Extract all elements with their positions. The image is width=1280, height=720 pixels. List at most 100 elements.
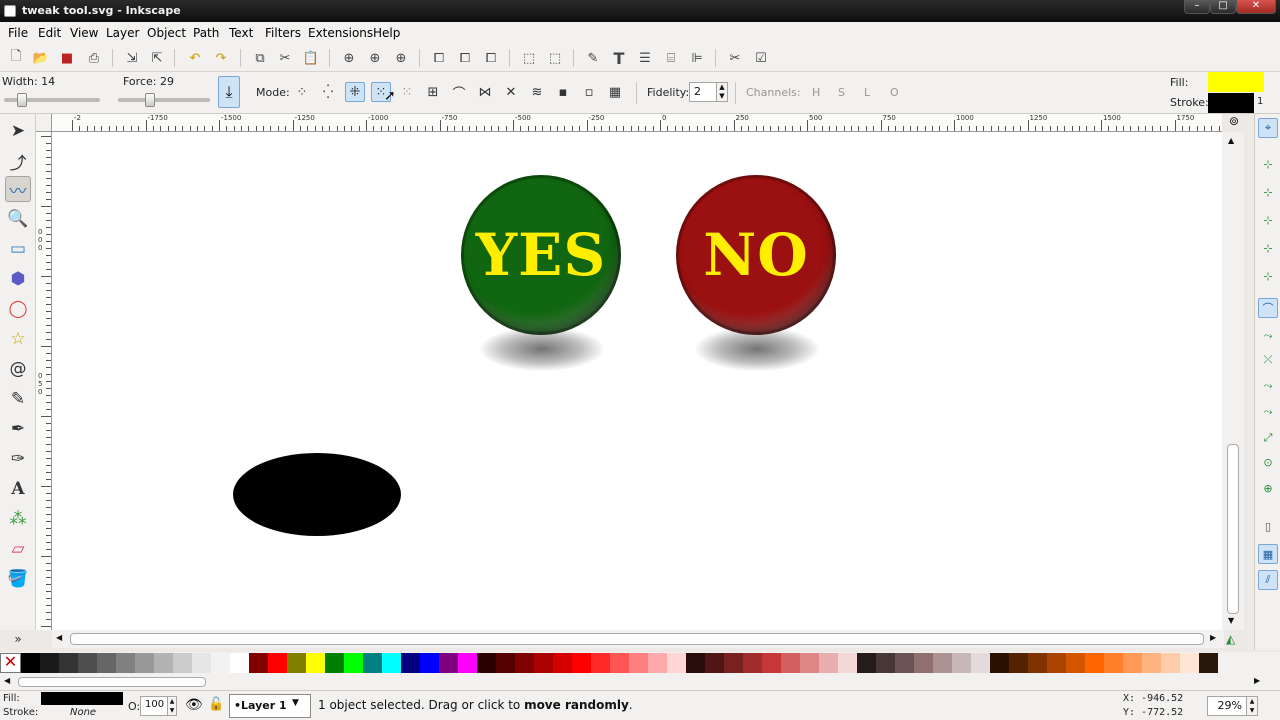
preferences-icon[interactable]: ✂ (725, 48, 745, 68)
status-fill-swatch[interactable] (41, 692, 123, 705)
fidelity-input[interactable]: 2 (689, 82, 717, 102)
scroll-right-icon[interactable]: ▶ (1210, 633, 1216, 642)
menu-edit[interactable]: Edit (38, 26, 61, 40)
menu-text[interactable]: Text (229, 26, 253, 40)
palette-swatch[interactable] (572, 653, 591, 673)
snap-enable-icon[interactable]: ⌖ (1258, 118, 1278, 138)
palette-swatch[interactable] (648, 653, 667, 673)
palette-swatch[interactable] (477, 653, 496, 673)
xml-editor-icon[interactable]: ⌸ (661, 48, 681, 68)
snap-nodes-icon[interactable]: ⌒ (1258, 298, 1278, 318)
menu-extensions[interactable]: Extensions (308, 26, 373, 40)
palette-swatch[interactable] (420, 653, 439, 673)
move-in-out-mode-icon[interactable]: ⁛ (318, 82, 338, 102)
text-tool-icon[interactable]: A (5, 476, 31, 502)
attract-repel-mode-icon[interactable]: ✕ (501, 82, 521, 102)
zoom-selection-icon[interactable]: ⊕ (339, 48, 359, 68)
style-stroke-swatch[interactable] (1208, 93, 1254, 113)
palette-swatch[interactable] (192, 653, 211, 673)
palette-swatch[interactable] (59, 653, 78, 673)
close-button[interactable]: ✕ (1236, 0, 1276, 14)
palette-scrollbar[interactable]: ◀ ▶ (0, 674, 1280, 690)
palette-swatch[interactable] (363, 653, 382, 673)
maximize-button[interactable]: □ (1210, 0, 1236, 14)
palette-swatch[interactable] (268, 653, 287, 673)
palette-swatch[interactable] (306, 653, 325, 673)
palette-swatch[interactable] (762, 653, 781, 673)
toggle-layer-visibility-icon[interactable]: 👁 (185, 697, 203, 713)
eraser-tool-icon[interactable]: ▱ (5, 536, 31, 562)
palette-swatch[interactable] (553, 653, 572, 673)
palette-swatch[interactable] (971, 653, 990, 673)
black-ellipse-shape[interactable] (233, 453, 401, 536)
palette-swatch[interactable] (1009, 653, 1028, 673)
palette-swatch[interactable] (1085, 653, 1104, 673)
palette-swatch[interactable] (401, 653, 420, 673)
palette-swatch[interactable] (154, 653, 173, 673)
palette-swatch[interactable] (1123, 653, 1142, 673)
palette-swatch[interactable] (287, 653, 306, 673)
duplicate-mode-icon[interactable]: ⊞ (423, 82, 443, 102)
palette-swatch[interactable] (211, 653, 230, 673)
snap-page-border-icon[interactable]: ▯ (1258, 516, 1278, 536)
menu-filters[interactable]: Filters (265, 26, 301, 40)
snap-guides-icon[interactable]: ⫽ (1258, 570, 1278, 590)
force-slider-knob[interactable] (144, 93, 155, 107)
spray-tool-icon[interactable]: ⁂ (5, 506, 31, 532)
print-icon[interactable]: ⎙ (84, 48, 104, 68)
palette-swatch[interactable] (933, 653, 952, 673)
palette-swatch[interactable] (705, 653, 724, 673)
move-mode-icon[interactable]: ⁘ (292, 82, 312, 102)
snap-object-centers-icon[interactable]: ⊙ (1258, 452, 1278, 472)
palette-swatch[interactable] (667, 653, 686, 673)
palette-swatch[interactable] (344, 653, 363, 673)
group-icon[interactable]: ⬚ (519, 48, 539, 68)
paste-icon[interactable]: 📋 (301, 48, 321, 68)
palette-swatch[interactable] (249, 653, 268, 673)
snap-paths-icon[interactable]: ⤳ (1258, 326, 1278, 346)
zoom-tool-icon[interactable]: 🔍 (5, 206, 31, 232)
spiral-tool-icon[interactable]: @ (5, 356, 31, 382)
palette-swatch[interactable] (116, 653, 135, 673)
zoom-drawing-icon[interactable]: ⊕ (365, 48, 385, 68)
snap-bbox-centers-icon[interactable]: ⊹ (1258, 266, 1278, 286)
palette-swatch[interactable] (1161, 653, 1180, 673)
palette-swatch[interactable] (1066, 653, 1085, 673)
clone-icon[interactable]: ⧠ (455, 48, 475, 68)
pencil-tool-icon[interactable]: ✎ (5, 386, 31, 412)
horizontal-scroll-thumb[interactable] (70, 633, 1204, 645)
pressure-toggle-icon[interactable]: ⤓ (218, 76, 240, 108)
export-icon[interactable]: ⇱ (147, 48, 167, 68)
yes-button-graphic[interactable]: YES (461, 175, 621, 335)
blur-mode-icon[interactable]: ▦ (605, 82, 625, 102)
palette-swatch[interactable] (781, 653, 800, 673)
menu-view[interactable]: View (70, 26, 98, 40)
push-mode-icon[interactable]: ⌒ (449, 82, 469, 102)
palette-swatch[interactable] (135, 653, 154, 673)
calligraphy-tool-icon[interactable]: ✑ (5, 446, 31, 472)
horizontal-scrollbar[interactable]: ◀ ▶ (52, 630, 1224, 648)
tweak-tool-icon[interactable]: 〰 (5, 176, 31, 202)
rectangle-tool-icon[interactable]: ▭ (5, 236, 31, 262)
palette-swatch[interactable] (629, 653, 648, 673)
palette-swatch[interactable] (838, 653, 857, 673)
node-tool-icon[interactable]: ⤴ (5, 148, 31, 174)
align-distribute-icon[interactable]: ⊫ (687, 48, 707, 68)
palette-swatch[interactable] (78, 653, 97, 673)
rotate-mode-icon[interactable]: ⁙ (397, 82, 417, 102)
palette-swatch[interactable] (990, 653, 1009, 673)
palette-scroll-right-icon[interactable]: ▶ (1254, 676, 1260, 685)
palette-swatch[interactable] (1104, 653, 1123, 673)
zoom-correction-icon[interactable]: ⊚ (1222, 114, 1246, 132)
copy-icon[interactable]: ⧉ (250, 48, 270, 68)
palette-swatch[interactable] (819, 653, 838, 673)
3d-box-tool-icon[interactable]: ⬢ (5, 266, 31, 292)
paint-bucket-tool-icon[interactable]: 🪣 (5, 566, 31, 592)
palette-swatch[interactable] (439, 653, 458, 673)
snap-intersections-icon[interactable]: ⤫ (1258, 350, 1278, 370)
palette-swatch[interactable] (895, 653, 914, 673)
scroll-up-icon[interactable]: ▲ (1228, 136, 1234, 145)
no-button-graphic[interactable]: NO (676, 175, 836, 335)
vertical-scroll-thumb[interactable] (1227, 444, 1239, 614)
snap-rotation-centers-icon[interactable]: ⊕ (1258, 478, 1278, 498)
